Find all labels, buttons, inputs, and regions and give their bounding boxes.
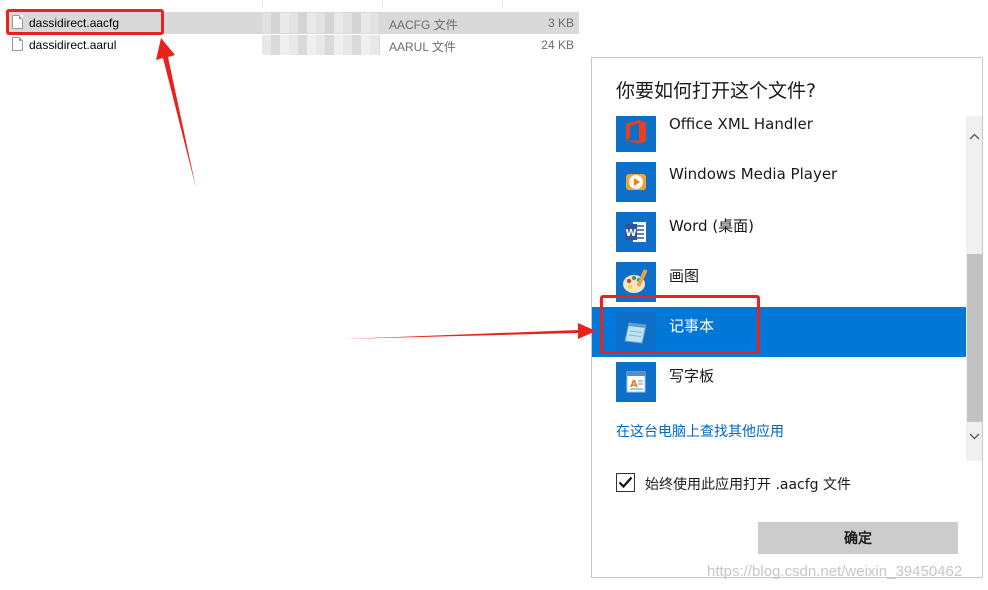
dialog-title: 你要如何打开这个文件? (616, 80, 817, 102)
file-size: 24 KB (541, 38, 574, 52)
watermark: https://blog.csdn.net/weixin_39450462 (707, 563, 963, 580)
chevron-down-icon[interactable] (966, 428, 982, 445)
ok-button[interactable]: 确定 (758, 522, 958, 554)
app-list-scrollbar[interactable] (966, 116, 982, 461)
app-item-wordpad[interactable]: A 写字板 (592, 357, 966, 407)
svg-text:A: A (630, 379, 638, 390)
checkmark-icon (618, 476, 633, 489)
blurred-date (262, 13, 380, 33)
app-label: 画图 (669, 267, 700, 285)
file-icon (12, 37, 23, 51)
app-item-windows-media-player[interactable]: Windows Media Player (592, 157, 966, 207)
notepad-icon (616, 312, 656, 352)
file-icon (12, 15, 23, 29)
app-label: Office XML Handler (669, 116, 813, 133)
always-use-checkbox[interactable] (616, 473, 635, 492)
file-type: AACFG 文件 (389, 18, 458, 32)
word-icon: W (616, 212, 656, 252)
file-row-aacfg[interactable]: dassidirect.aacfg AACFG 文件 3 KB (6, 12, 579, 34)
open-with-dialog: 你要如何打开这个文件? Office XML Handler Windows M… (591, 57, 983, 578)
file-row-aarul[interactable]: dassidirect.aarul AARUL 文件 24 KB (6, 34, 579, 56)
always-use-label: 始终使用此应用打开 .aacfg 文件 (645, 477, 852, 493)
svg-text:W: W (625, 228, 636, 239)
paint-icon (616, 262, 656, 302)
file-type: AARUL 文件 (389, 40, 456, 54)
column-separator (382, 0, 383, 8)
app-list: Office XML Handler Windows Media Player (592, 116, 966, 461)
app-item-office-xml-handler[interactable]: Office XML Handler (592, 116, 966, 157)
app-item-word[interactable]: W Word (桌面) (592, 207, 966, 257)
arrow-to-notepad (344, 323, 596, 339)
media-player-icon (616, 162, 656, 202)
file-name: dassidirect.aacfg (29, 16, 120, 30)
file-list: dassidirect.aacfg AACFG 文件 3 KB dassidir… (0, 0, 580, 60)
app-label: 记事本 (669, 317, 715, 335)
arrow-to-file (156, 38, 196, 188)
scroll-thumb[interactable] (967, 254, 982, 422)
find-other-apps-link[interactable]: 在这台电脑上查找其他应用 (616, 421, 784, 441)
blurred-date (262, 35, 380, 55)
office-icon (616, 116, 656, 152)
wordpad-icon: A (616, 362, 656, 402)
file-name: dassidirect.aarul (29, 38, 117, 52)
app-label: 写字板 (669, 367, 715, 385)
app-label: Windows Media Player (669, 165, 838, 183)
chevron-up-icon[interactable] (966, 128, 982, 145)
file-size: 3 KB (547, 16, 574, 30)
column-separator (502, 0, 503, 8)
app-item-paint[interactable]: 画图 (592, 257, 966, 307)
app-label: Word (桌面) (669, 217, 755, 235)
app-item-notepad[interactable]: 记事本 (592, 307, 966, 357)
column-separator (262, 0, 263, 8)
